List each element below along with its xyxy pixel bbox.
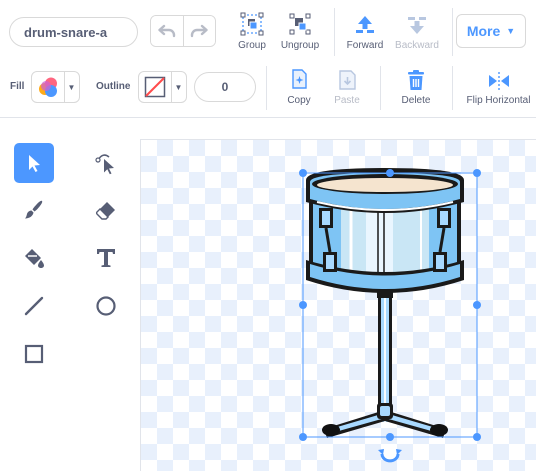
toolbar-divider [380,66,381,110]
toolbar-bottom-rule [0,117,536,118]
resize-handle [473,301,481,309]
resize-handle [299,169,307,177]
arrow-up-forward-icon [356,16,374,33]
toolbar-divider [266,66,267,110]
line-icon [24,296,44,316]
rotate-handle-icon[interactable] [378,449,402,463]
caret-down-icon: ▼ [506,26,516,36]
resize-handle [299,433,307,441]
delete-label: Delete [401,95,431,106]
caret-down-icon: ▼ [171,72,185,102]
select-tool-button[interactable] [14,143,54,183]
drum-snare-sprite[interactable] [141,140,536,471]
flip-horizontal-icon [488,72,509,90]
more-label: More [466,23,501,39]
line-tool-button[interactable] [14,286,54,326]
redo-icon [191,24,208,38]
circle-icon [96,296,116,316]
resize-handle [473,433,481,441]
toolbar-divider [452,66,453,110]
forward-label: Forward [346,40,384,51]
copy-button[interactable]: Copy [280,67,318,106]
undo-icon [158,24,175,38]
ungroup-button[interactable]: Ungroup [278,12,322,51]
copy-icon [292,69,307,89]
paint-canvas[interactable] [140,139,536,471]
costume-name-input[interactable] [9,17,138,47]
forward-button[interactable]: Forward [344,12,386,51]
more-button[interactable]: More ▼ [456,14,526,48]
caret-down-icon: ▼ [64,72,78,102]
fill-color-dropdown[interactable]: ▼ [31,71,80,103]
drum-stand [322,288,448,438]
toolbar-divider [452,8,453,56]
flip-horizontal-label: Flip Horizontal [466,95,531,106]
resize-handle [386,433,394,441]
flip-horizontal-button[interactable]: Flip Horizontal [461,67,536,106]
text-tool-button[interactable] [86,238,126,278]
toolbar-divider [334,8,335,56]
backward-label: Backward [395,40,439,51]
resize-handle [386,169,394,177]
rectangle-tool-button[interactable] [14,334,54,374]
reshape-icon [95,154,114,175]
reshape-tool-button[interactable] [86,143,126,183]
no-outline-swatch-icon [144,76,166,98]
group-icon [240,12,264,36]
brush-icon [25,200,43,219]
paste-icon [339,70,356,90]
redo-button[interactable] [182,16,215,46]
delete-button[interactable]: Delete [397,67,435,106]
ungroup-label: Ungroup [280,40,320,51]
arrow-down-backward-icon [408,17,426,34]
paste-button[interactable]: Paste [328,67,366,106]
arrow-pointer-icon [29,155,40,172]
outline-color-dropdown[interactable]: ▼ [138,71,187,103]
drum-body [306,168,464,293]
circle-tool-button[interactable] [86,286,126,326]
group-button[interactable]: Group [232,12,272,51]
fill-label: Fill [10,81,25,92]
undo-button[interactable] [151,16,183,46]
ungroup-icon [289,13,311,35]
fill-tool-button[interactable] [14,238,54,278]
outline-label: Outline [96,81,131,92]
brush-tool-button[interactable] [14,190,54,230]
text-T-icon [97,249,115,267]
paint-bucket-icon [25,249,44,268]
copy-label: Copy [287,95,311,106]
fill-color-swatch-icon [39,77,57,97]
resize-handle [473,169,481,177]
outline-width-input[interactable] [194,72,256,102]
eraser-tool-button[interactable] [86,190,126,230]
resize-handle [299,301,307,309]
rectangle-icon [24,344,44,364]
eraser-icon [95,202,115,220]
paste-label: Paste [334,95,360,106]
group-label: Group [238,40,266,51]
trash-icon [408,70,424,90]
undo-redo-group [150,15,216,47]
backward-button[interactable]: Backward [393,12,441,51]
